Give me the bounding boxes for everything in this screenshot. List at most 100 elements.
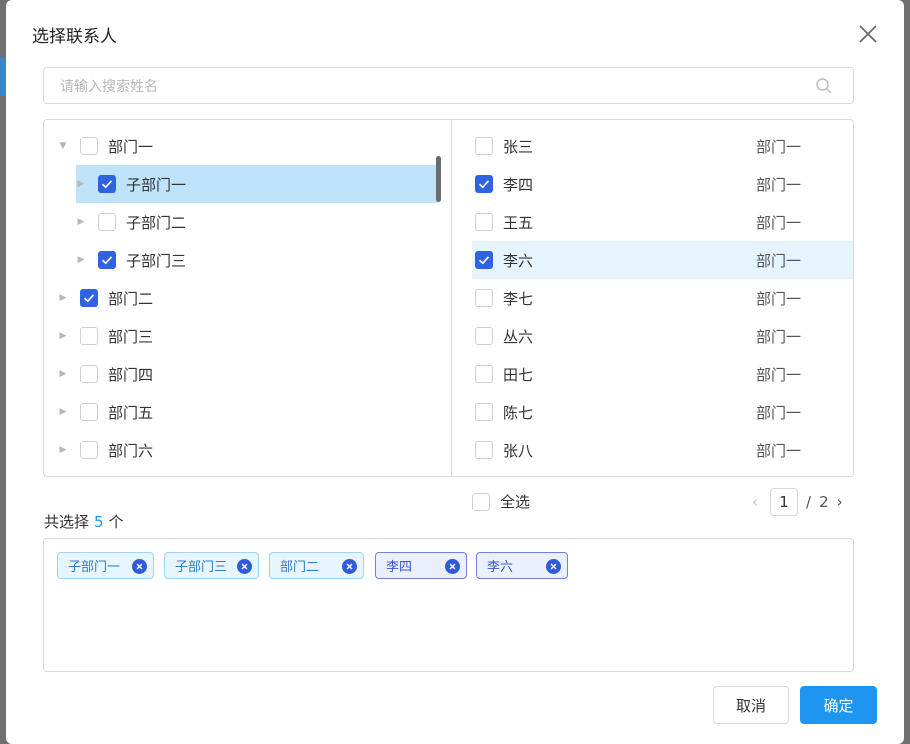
close-icon[interactable]: [858, 24, 878, 44]
caret-right-icon[interactable]: ▶: [76, 179, 86, 189]
contact-checkbox[interactable]: [475, 441, 493, 459]
caret-right-icon[interactable]: ▶: [76, 217, 86, 227]
contact-row[interactable]: 丛六 部门一: [472, 317, 853, 355]
contact-name: 陈七: [503, 403, 534, 422]
close-circle-icon[interactable]: [342, 559, 357, 574]
tree-node-checkbox[interactable]: [98, 175, 116, 193]
selected-tag-label: 李六: [487, 560, 514, 575]
contact-department: 部门一: [756, 137, 802, 156]
contact-name: 张八: [503, 441, 534, 460]
caret-down-icon[interactable]: ▼: [58, 141, 68, 151]
tree-node-checkbox[interactable]: [80, 403, 98, 421]
contact-department: 部门一: [756, 213, 802, 232]
summary-suffix: 个: [108, 513, 124, 531]
contact-name: 丛六: [503, 327, 534, 346]
close-circle-icon[interactable]: [445, 559, 460, 574]
contact-checkbox[interactable]: [475, 213, 493, 231]
pagination: ‹ 1 / 2 ›: [752, 488, 843, 516]
department-tree: ▼ 部门一 ▶ 子部门一 ▶ 子部门二 ▶ 子部门三 ▶ 部门二 ▶ 部门三 ▶ 部门四 ▶ 部门五 ▶ 部门六: [44, 120, 451, 476]
contact-checkbox[interactable]: [475, 289, 493, 307]
contact-department: 部门一: [756, 365, 802, 384]
contact-row[interactable]: 张三 部门一: [472, 127, 853, 165]
close-circle-icon[interactable]: [237, 559, 252, 574]
contact-picker-dialog: 选择联系人 ▼ 部门一 ▶ 子部门一 ▶ 子部门二 ▶ 子部门三 ▶ 部门二 ▶ 部门三 ▶ 部门四 ▶ 部门…: [6, 0, 904, 744]
tree-node[interactable]: ▶ 部门四: [58, 355, 153, 393]
selected-tag-label: 子部门三: [175, 560, 228, 575]
tree-node[interactable]: ▶ 部门六: [58, 431, 153, 469]
tree-node[interactable]: ▶ 部门二: [58, 279, 153, 317]
tree-node-label: 部门二: [108, 289, 154, 308]
tree-node-label: 部门六: [108, 441, 154, 460]
caret-right-icon[interactable]: ▶: [58, 293, 68, 303]
tree-node[interactable]: ▼ 部门一: [58, 127, 153, 165]
contact-checkbox[interactable]: [475, 403, 493, 421]
search-box: [43, 67, 854, 105]
tree-node-label: 子部门二: [126, 213, 187, 232]
select-all-checkbox[interactable]: [472, 492, 490, 511]
tree-scrollbar[interactable]: [436, 156, 441, 202]
caret-right-icon[interactable]: ▶: [58, 331, 68, 341]
select-all[interactable]: 全选: [472, 491, 530, 512]
current-page-input[interactable]: 1: [770, 488, 798, 516]
contact-name: 张三: [503, 137, 534, 156]
contact-row[interactable]: 陈七 部门一: [472, 393, 853, 431]
dialog-title: 选择联系人: [32, 27, 117, 47]
selected-tag-label: 李四: [386, 560, 413, 575]
contact-name: 田七: [503, 365, 534, 384]
search-icon[interactable]: [815, 77, 833, 95]
total-pages: 2: [819, 493, 829, 511]
select-all-label: 全选: [500, 493, 531, 511]
contact-row[interactable]: 张八 部门一: [472, 431, 853, 469]
contact-checkbox[interactable]: [475, 327, 493, 345]
search-input[interactable]: [58, 68, 802, 105]
tree-node-label: 部门五: [108, 403, 154, 422]
tree-node-label: 子部门三: [126, 251, 187, 270]
tree-node-checkbox[interactable]: [98, 213, 116, 231]
tree-node-label: 部门四: [108, 365, 154, 384]
selected-tag: 李六: [476, 552, 568, 579]
caret-right-icon[interactable]: ▶: [58, 369, 68, 379]
tree-node-checkbox[interactable]: [98, 251, 116, 269]
cancel-button[interactable]: 取消: [713, 686, 789, 724]
contact-name: 王五: [503, 213, 534, 232]
close-circle-icon[interactable]: [546, 559, 561, 574]
tree-node-checkbox[interactable]: [80, 137, 98, 155]
contact-checkbox[interactable]: [475, 251, 493, 269]
caret-right-icon[interactable]: ▶: [58, 445, 68, 455]
contact-department: 部门一: [756, 175, 802, 194]
selection-summary: 共选择 5 个: [44, 511, 124, 532]
contact-row[interactable]: 李六 部门一: [472, 241, 853, 279]
selected-tag: 部门二: [269, 552, 364, 579]
tree-node[interactable]: ▶ 子部门一: [76, 165, 439, 203]
contact-list: 张三 部门一 李四 部门一 王五 部门一 李六 部门一 李七 部门一 丛六 部门一 田七 部门一 陈七 部门一…: [452, 120, 853, 476]
confirm-button[interactable]: 确定: [800, 686, 877, 724]
contact-row[interactable]: 王五 部门一: [472, 203, 853, 241]
contact-checkbox[interactable]: [475, 137, 493, 155]
selected-tag: 子部门一: [57, 552, 154, 579]
tree-node-checkbox[interactable]: [80, 327, 98, 345]
contact-department: 部门一: [756, 251, 802, 270]
contact-row[interactable]: 李四 部门一: [472, 165, 853, 203]
tree-node[interactable]: ▶ 部门五: [58, 393, 153, 431]
tree-node[interactable]: ▶ 部门三: [58, 317, 153, 355]
caret-right-icon[interactable]: ▶: [58, 407, 68, 417]
tree-node-checkbox[interactable]: [80, 289, 98, 307]
selected-tags-box: 子部门一 子部门三 部门二 李四 李六: [43, 538, 854, 672]
tree-node-checkbox[interactable]: [80, 441, 98, 459]
tree-node-checkbox[interactable]: [80, 365, 98, 383]
contact-department: 部门一: [756, 403, 802, 422]
close-circle-icon[interactable]: [132, 559, 147, 574]
contact-row[interactable]: 李七 部门一: [472, 279, 853, 317]
selected-tag: 子部门三: [164, 552, 259, 579]
prev-page-icon[interactable]: ‹: [752, 493, 758, 511]
next-page-icon[interactable]: ›: [837, 493, 843, 511]
tree-node[interactable]: ▶ 子部门三: [76, 241, 186, 279]
contact-row[interactable]: 田七 部门一: [472, 355, 853, 393]
page-separator: /: [806, 493, 812, 511]
contact-checkbox[interactable]: [475, 365, 493, 383]
selected-tag: 李四: [375, 552, 467, 579]
contact-checkbox[interactable]: [475, 175, 493, 193]
tree-node[interactable]: ▶ 子部门二: [76, 203, 186, 241]
caret-right-icon[interactable]: ▶: [76, 255, 86, 265]
contact-name: 李七: [503, 289, 534, 308]
